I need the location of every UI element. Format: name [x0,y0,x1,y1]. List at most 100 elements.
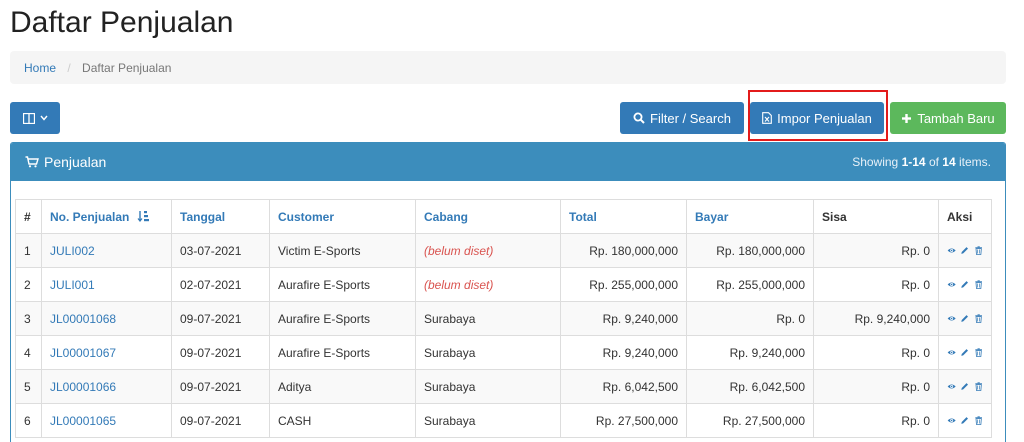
view-eye-icon[interactable] [947,380,956,393]
panel-title: Penjualan [25,154,106,170]
no-penjualan-link[interactable]: JL00001065 [50,414,116,428]
row-index: 5 [15,369,42,404]
header-index: # [15,199,42,234]
row-tanggal: 09-07-2021 [171,403,270,438]
row-bayar: Rp. 255,000,000 [686,267,814,302]
row-sisa: Rp. 0 [813,369,939,404]
no-penjualan-link[interactable]: JL00001067 [50,346,116,360]
row-actions [947,346,983,359]
penjualan-table: # No. Penjualan Tanggal Customer Cabang … [15,199,992,438]
header-bayar[interactable]: Bayar [686,199,814,234]
summary-range: 1-14 [901,155,926,169]
row-tanggal: 09-07-2021 [171,335,270,370]
delete-trash-icon[interactable] [974,380,983,393]
search-icon [633,112,645,124]
header-total[interactable]: Total [560,199,687,234]
breadcrumb-home-link[interactable]: Home [24,61,56,75]
row-sisa: Rp. 9,240,000 [813,301,939,336]
item-summary: Showing 1-14 of 14 items. [852,155,991,169]
row-aksi [938,335,992,370]
row-cabang: (belum diset) [415,233,561,268]
row-aksi [938,403,992,438]
row-actions [947,414,983,427]
row-no-penjualan: JULI002 [41,233,172,268]
column-toggle-button[interactable] [10,102,60,134]
row-cabang: Surabaya [415,369,561,404]
filter-search-label: Filter / Search [650,110,731,126]
no-penjualan-link[interactable]: JL00001066 [50,380,116,394]
view-eye-icon[interactable] [947,346,956,359]
row-sisa: Rp. 0 [813,267,939,302]
row-total: Rp. 9,240,000 [560,335,687,370]
edit-pencil-icon[interactable] [960,414,969,427]
table-row: 3 JL00001068 09-07-2021 Aurafire E-Sports Su… [15,301,992,336]
row-cabang: Surabaya [415,335,561,370]
row-customer: Aurafire E-Sports [269,335,416,370]
view-eye-icon[interactable] [947,414,956,427]
row-customer: Victim E-Sports [269,233,416,268]
tambah-baru-button[interactable]: Tambah Baru [890,102,1006,134]
row-cabang: Surabaya [415,301,561,336]
row-bayar: Rp. 27,500,000 [686,403,814,438]
table-row: 5 JL00001066 09-07-2021 Aditya Surabaya Rp. 6… [15,369,992,404]
no-penjualan-link[interactable]: JL00001068 [50,312,116,326]
row-aksi [938,301,992,336]
summary-suffix: items. [955,155,991,169]
chevron-down-icon [39,115,48,121]
edit-pencil-icon[interactable] [960,278,969,291]
row-cabang: Surabaya [415,403,561,438]
filter-search-button[interactable]: Filter / Search [620,102,744,134]
row-tanggal: 09-07-2021 [171,369,270,404]
header-no-penjualan[interactable]: No. Penjualan [41,199,172,234]
header-tanggal[interactable]: Tanggal [171,199,270,234]
table-row: 2 JULI001 02-07-2021 Aurafire E-Sports (belu… [15,267,992,302]
table-row: 1 JULI002 03-07-2021 Victim E-Sports (belum … [15,233,992,268]
row-bayar: Rp. 0 [686,301,814,336]
header-customer[interactable]: Customer [269,199,416,234]
delete-trash-icon[interactable] [974,278,983,291]
row-actions [947,244,983,257]
row-total: Rp. 9,240,000 [560,301,687,336]
delete-trash-icon[interactable] [974,244,983,257]
row-bayar: Rp. 180,000,000 [686,233,814,268]
delete-trash-icon[interactable] [974,312,983,325]
row-actions [947,312,983,325]
table-header-row: # No. Penjualan Tanggal Customer Cabang … [15,199,992,234]
header-aksi: Aksi [938,199,992,234]
view-eye-icon[interactable] [947,312,956,325]
row-customer: CASH [269,403,416,438]
no-penjualan-link[interactable]: JULI002 [50,244,95,258]
delete-trash-icon[interactable] [974,346,983,359]
summary-prefix: Showing [852,155,902,169]
view-eye-icon[interactable] [947,244,956,257]
row-tanggal: 03-07-2021 [171,233,270,268]
delete-trash-icon[interactable] [974,414,983,427]
tambah-baru-label: Tambah Baru [917,110,995,126]
row-customer: Aurafire E-Sports [269,267,416,302]
no-penjualan-link[interactable]: JULI001 [50,278,95,292]
header-cabang[interactable]: Cabang [415,199,561,234]
row-sisa: Rp. 0 [813,335,939,370]
edit-pencil-icon[interactable] [960,312,969,325]
breadcrumb: Home / Daftar Penjualan [10,51,1006,84]
row-aksi [938,233,992,268]
row-tanggal: 02-07-2021 [171,267,270,302]
penjualan-panel: Penjualan Showing 1-14 of 14 items. # No… [10,142,1006,442]
table-row: 6 JL00001065 09-07-2021 CASH Surabaya Rp. 27,… [15,403,992,438]
edit-pencil-icon[interactable] [960,244,969,257]
view-eye-icon[interactable] [947,278,956,291]
row-bayar: Rp. 6,042,500 [686,369,814,404]
row-cabang: (belum diset) [415,267,561,302]
row-index: 2 [15,267,42,302]
row-aksi [938,267,992,302]
header-no-penjualan-label: No. Penjualan [50,209,130,224]
edit-pencil-icon[interactable] [960,380,969,393]
row-no-penjualan: JL00001065 [41,403,172,438]
edit-pencil-icon[interactable] [960,346,969,359]
row-aksi [938,369,992,404]
row-actions [947,278,983,291]
page-title: Daftar Penjualan [10,6,234,39]
row-actions [947,380,983,393]
row-bayar: Rp. 9,240,000 [686,335,814,370]
header-sisa: Sisa [813,199,939,234]
